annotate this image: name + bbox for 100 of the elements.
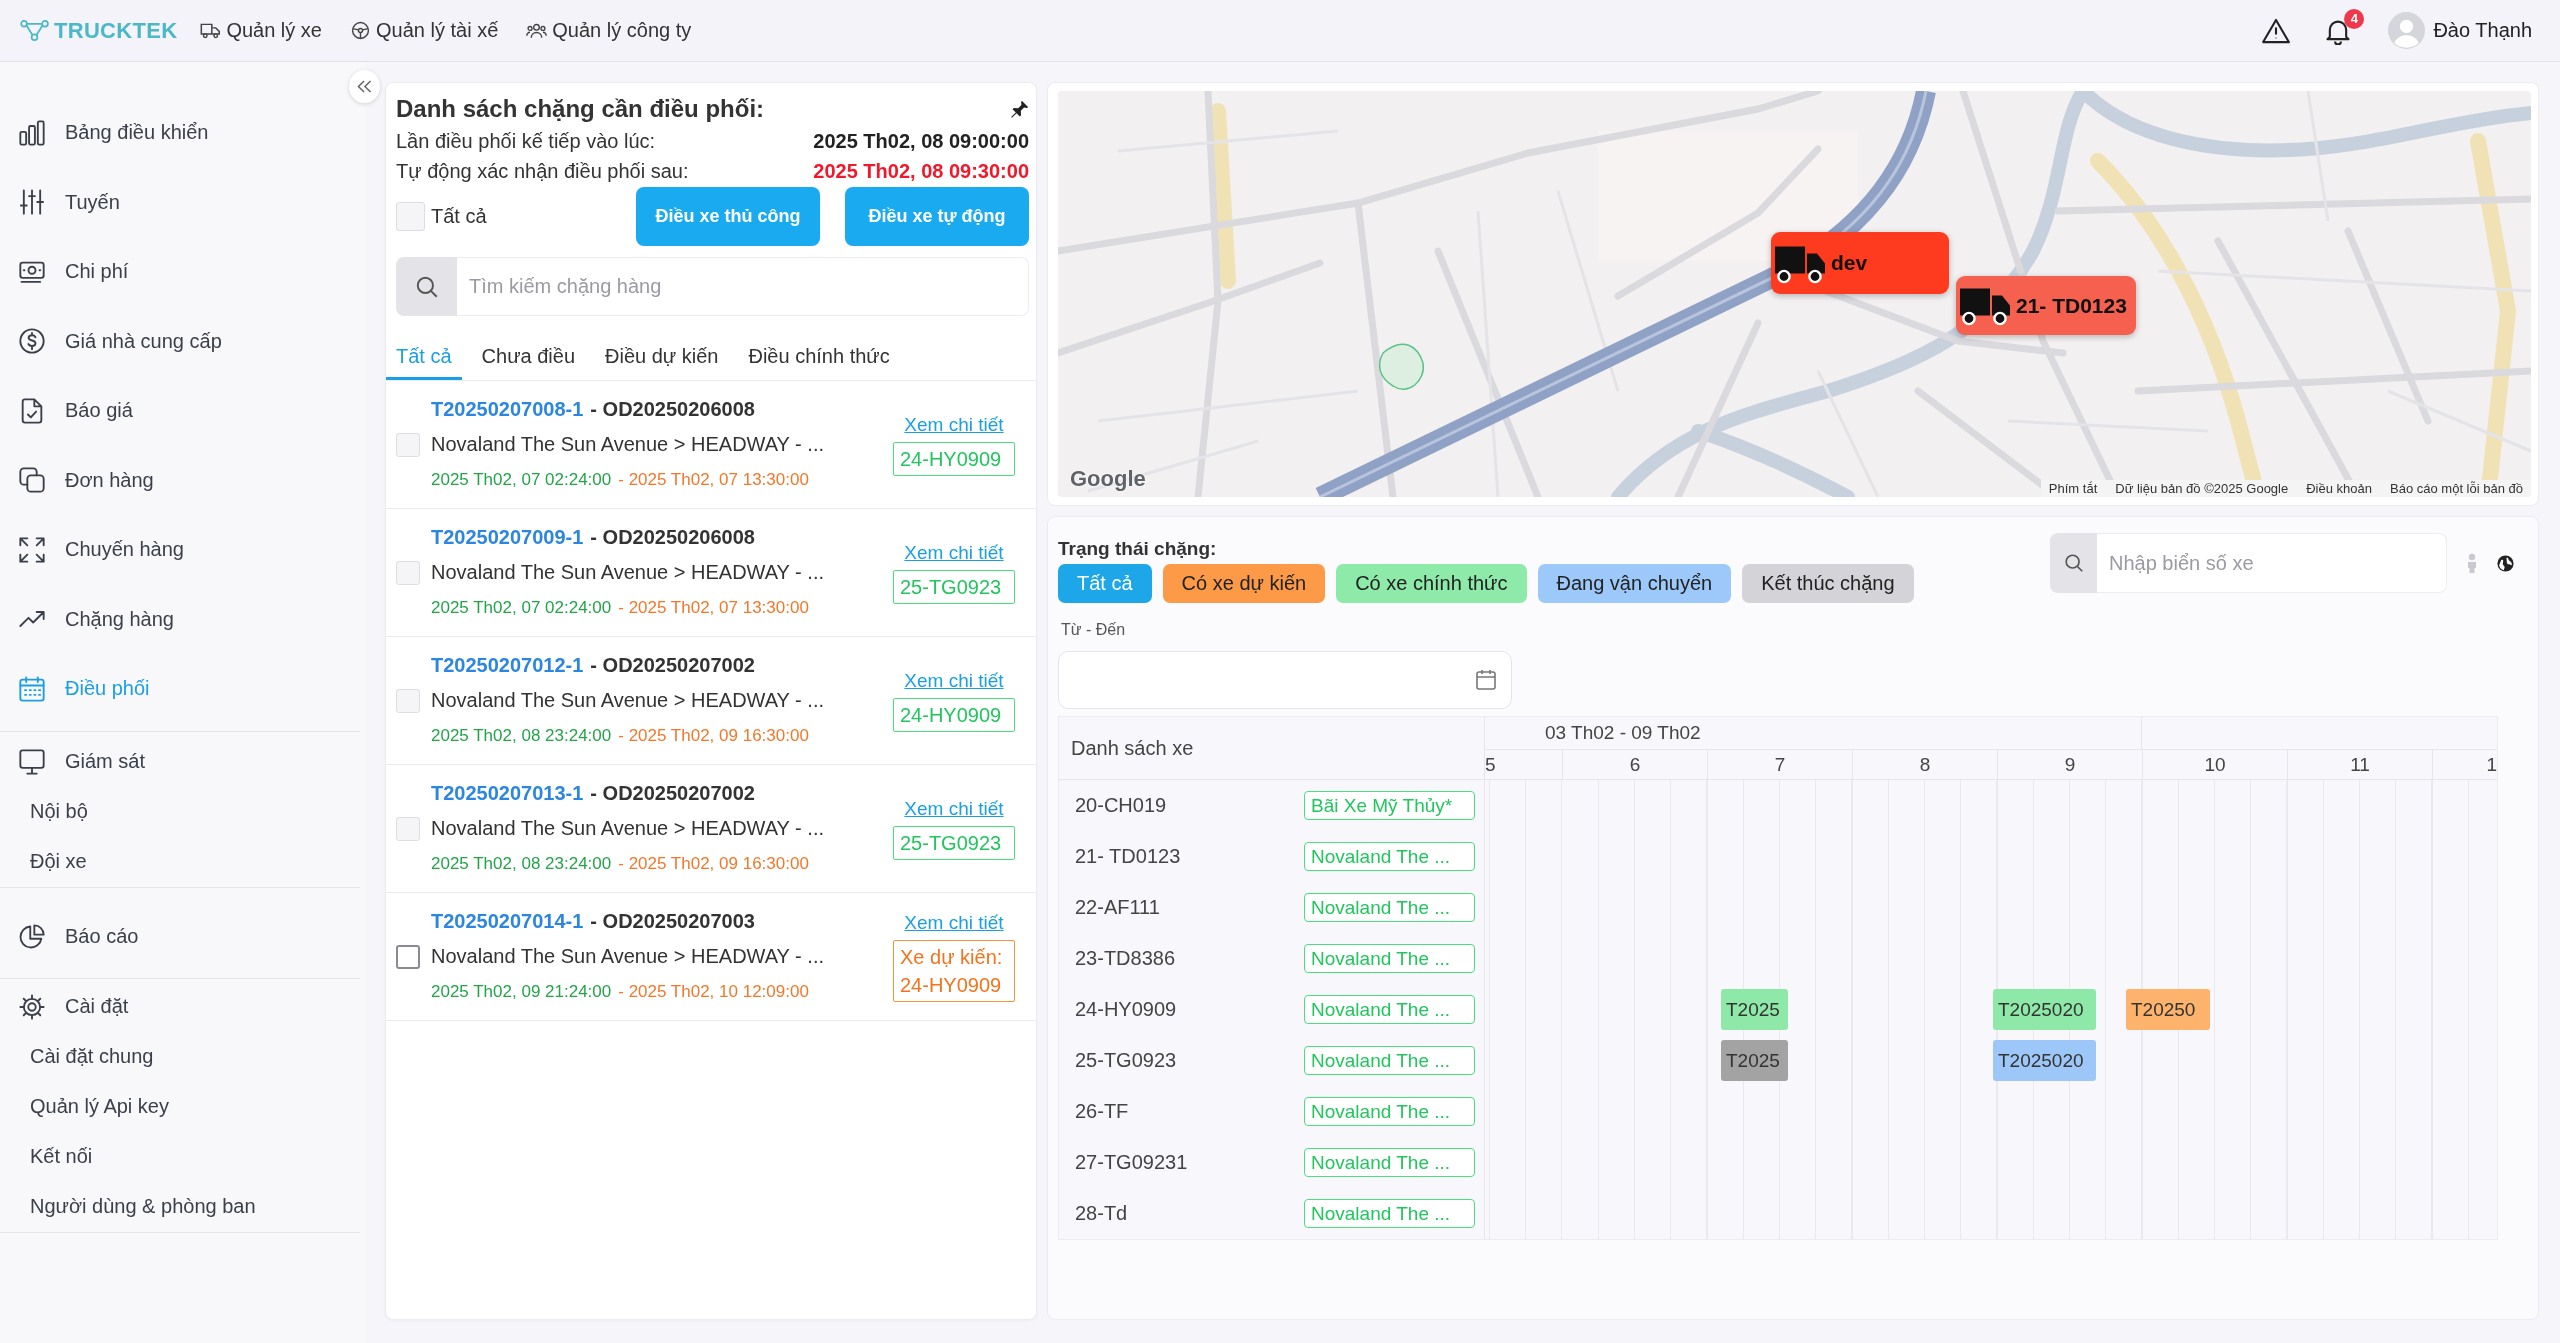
sidebar-item[interactable]: Bảng điều khiển [0,98,360,168]
vehicle-plate: 26-TF [1075,1100,1129,1123]
route-text: Novaland The Sun Avenue > HEADWAY - ... [431,689,824,712]
trip-code[interactable]: T20250207014-1 [431,910,584,933]
attribution-link[interactable]: Dữ liệu bản đồ ©2025 Google [2115,481,2289,496]
day-header: 5 [1485,753,1496,776]
day-header: 1 [2486,753,2497,776]
end-time: - 2025 Th02, 09 16:30:00 [618,725,809,746]
route-text: Novaland The Sun Avenue > HEADWAY - ... [431,433,824,456]
checkbox[interactable] [396,944,420,969]
location-tag: Novaland The ... [1304,893,1475,922]
week-header: 03 Th02 - 09 Th02 [1545,722,1701,744]
nav-link[interactable]: Quản lý xe [200,19,322,42]
order-code: - OD20250207002 [590,782,755,805]
plate-search-field[interactable]: Nhập biển số xe [2097,533,2447,593]
sidebar-subitem[interactable]: Quản lý Api key [0,1081,360,1132]
monitor-icon [18,747,46,776]
copy-icon [18,466,46,495]
vehicle-marker[interactable]: dev [1771,232,1949,294]
vehicle-tag: Xe dự kiến: 24-HY0909 [893,939,1015,1002]
start-time: 2025 Th02, 09 21:24:00 [431,981,612,1002]
double-chevron-left-icon [357,80,372,93]
attribution-link[interactable]: Báo cáo một lỗi bản đồ [2390,481,2523,496]
day-header: 9 [2064,753,2076,776]
vehicle-tag: 24-HY0909 [893,441,1015,476]
date-range-field[interactable] [1058,651,1512,709]
vehicle-marker[interactable]: 21- TD0123 [1956,276,2136,335]
search-icon[interactable] [396,257,457,316]
vehicle-plate: 28-Td [1075,1202,1128,1225]
vehicle-plate: 23-TD8386 [1075,947,1176,970]
order-code: - OD20250207003 [590,910,755,933]
collapse-button[interactable] [349,70,380,103]
attribution-link[interactable]: Điều khoản [2306,481,2372,496]
globe-icon[interactable] [2497,554,2514,572]
sidebar-item[interactable]: Chuyến hàng [0,515,360,585]
order-code: - OD20250206008 [590,526,755,549]
sidebar-subitem[interactable]: Nội bộ [0,786,360,837]
warning-icon[interactable] [2262,17,2291,44]
sidebar-item[interactable]: Báo giá [0,376,360,446]
end-time: - 2025 Th02, 07 13:30:00 [618,469,809,490]
trip-bar[interactable]: T2025 [1721,1040,1788,1081]
nav-link[interactable]: Quản lý công ty [526,19,692,42]
trip-bar[interactable]: T2025020 [1993,989,2096,1030]
sidebar-item[interactable]: Đơn hàng [0,445,360,515]
steering-wheel-icon [350,21,371,40]
sidebar-item[interactable]: Giám sát [0,736,360,787]
vehicle-plate: 24-HY0909 [1075,998,1177,1021]
route-text: Novaland The Sun Avenue > HEADWAY - ... [431,945,824,968]
search-icon[interactable] [2050,533,2097,593]
location-tag: Novaland The ... [1304,1199,1475,1228]
sidebar-subitem[interactable]: Người dùng & phòng ban [0,1181,360,1232]
sidebar-item[interactable]: Báo cáo [0,911,360,962]
location-tag: Novaland The ... [1304,995,1475,1024]
day-header: 8 [1919,753,1931,776]
dollar-icon [18,327,46,356]
sidebar-item[interactable]: Chặng hàng [0,584,360,654]
expand-icon [18,535,46,564]
calendar-icon [1474,668,1498,692]
location-tag: Novaland The ... [1304,842,1475,871]
end-time: - 2025 Th02, 09 16:30:00 [618,853,809,874]
auto-confirm-time: 2025 Th02, 08 09:30:00 [813,159,1029,183]
search-field[interactable]: Tìm kiếm chặng hàng [457,257,1029,316]
vehicle-tag: 25-TG0923 [893,569,1015,604]
marker-label: dev [1831,251,1868,275]
tab[interactable]: Chưa điều [471,333,586,380]
sidebar-subitem[interactable]: Kết nối [0,1131,360,1182]
sidebar-subitem[interactable]: Cài đặt chung [0,1031,360,1082]
tab[interactable]: Điều dự kiến [595,333,729,380]
field-label: Từ - Đến [1060,620,1126,640]
sidebar-item[interactable]: Tuyến [0,167,360,237]
status-filter[interactable]: Có xe dự kiến [1162,564,1326,603]
start-time: 2025 Th02, 07 02:24:00 [431,469,612,490]
day-header: 6 [1629,753,1641,776]
sidebar-item[interactable]: Giá nhà cung cấp [0,306,360,376]
tab[interactable]: Điều chính thức [738,333,900,380]
start-time: 2025 Th02, 08 23:24:00 [431,853,612,874]
trip-bar[interactable]: T2025020 [1993,1040,2096,1081]
bar-chart-icon [18,118,46,147]
trip-bar[interactable]: T2025 [1721,989,1788,1030]
location-tag: Novaland The ... [1304,1148,1475,1177]
status-filter[interactable]: Có xe chính thức [1336,564,1527,603]
trip-bar[interactable]: T20250 [2126,989,2210,1030]
day-header: 10 [2204,753,2226,776]
person-icon[interactable] [2466,553,2478,573]
connected-nodes-icon [20,20,49,41]
sidebar-subitem[interactable]: Đội xe [0,836,360,887]
pie-chart-icon [18,922,46,951]
sidebar-item[interactable]: Cài đặt [0,981,360,1032]
vehicle-plate: 22-AF111 [1075,896,1160,919]
settings-icon [18,992,46,1021]
end-time: - 2025 Th02, 07 13:30:00 [618,597,809,618]
pin-icon[interactable] [1010,99,1029,119]
nav-link[interactable]: Quản lý tài xế [350,19,499,42]
user-name[interactable]: Đào Thạnh [2433,19,2532,42]
attribution-link[interactable]: Phím tắt [2048,481,2098,496]
order-code: - OD20250206008 [590,398,755,421]
status-filter[interactable]: Kết thúc chặng [1742,564,1914,603]
location-tag: Novaland The ... [1304,944,1475,973]
status-filter[interactable]: Đang vận chuyển [1537,564,1732,603]
sidebar-item[interactable]: Chi phí [0,237,360,307]
